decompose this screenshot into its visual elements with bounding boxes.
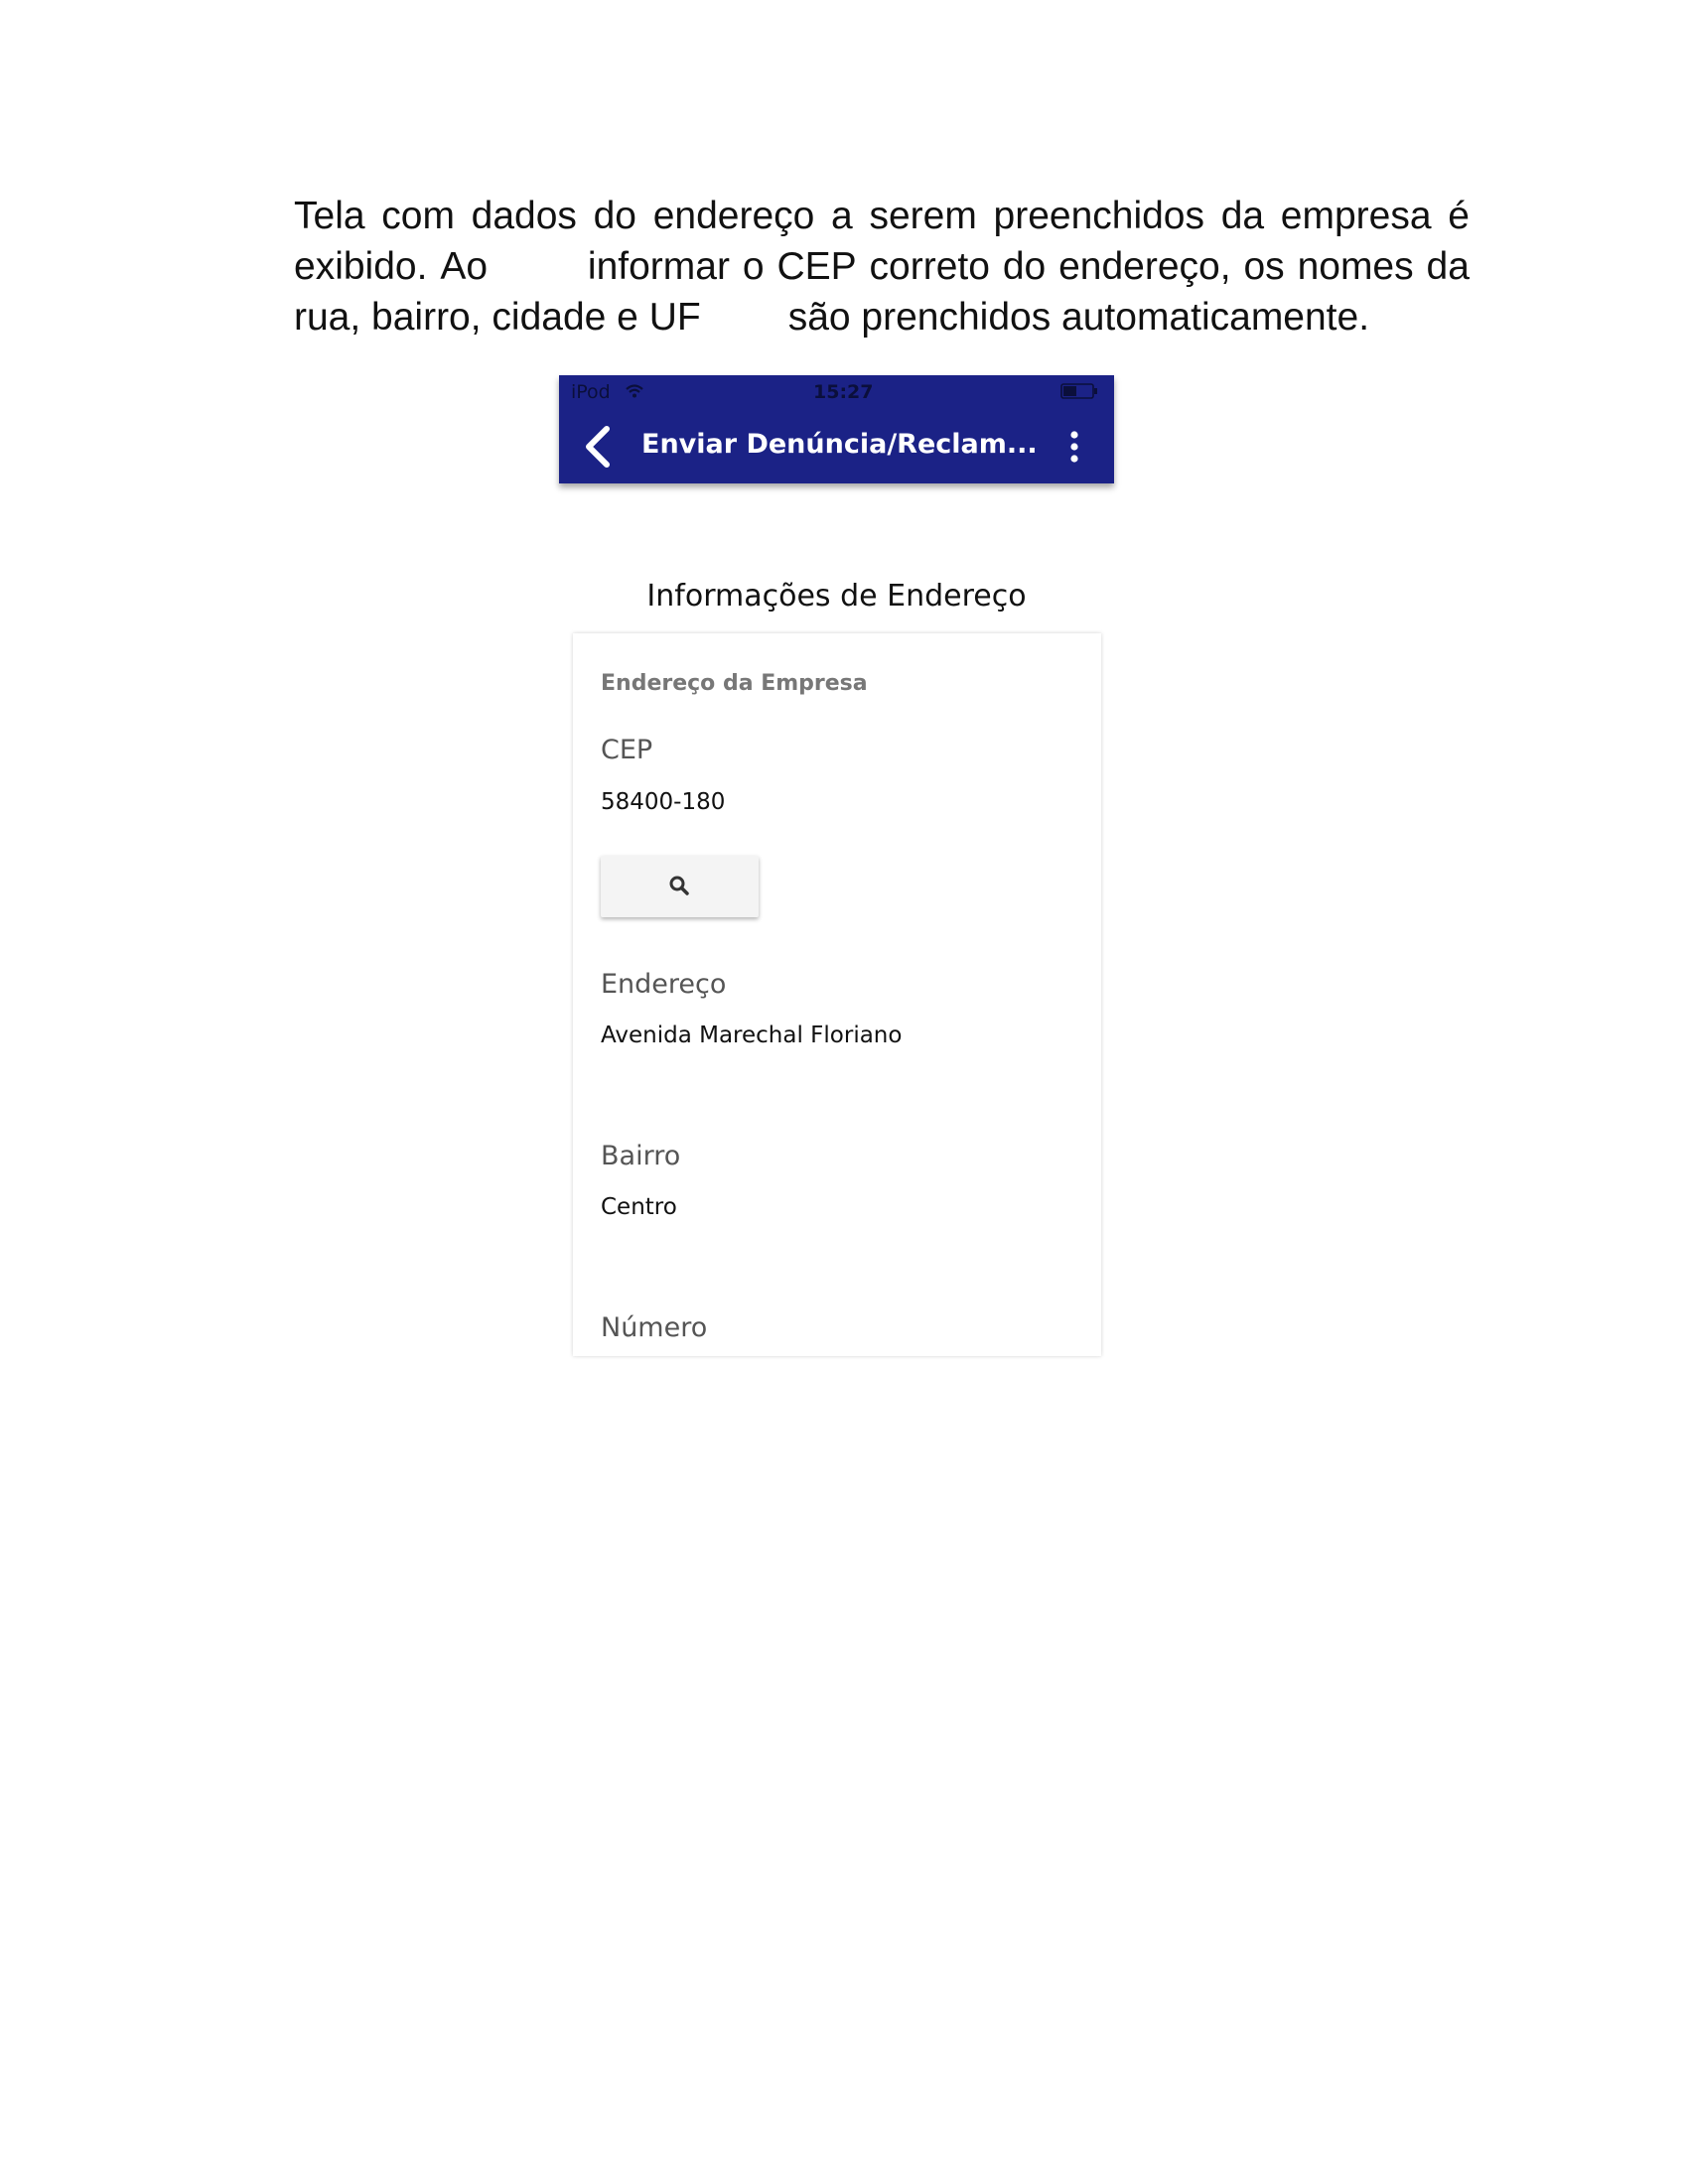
cep-search-button[interactable] [601, 856, 759, 917]
more-vert-icon[interactable] [1062, 427, 1086, 467]
back-arrow-icon[interactable] [581, 425, 615, 469]
endereco-input[interactable] [601, 1023, 1067, 1048]
word: do [593, 195, 636, 237]
word: preenchidos [993, 195, 1204, 237]
card-header: Endereço da Empresa [601, 671, 868, 696]
word: os [1243, 245, 1285, 288]
instruction-line-1: Tela com dados do endereço a serem preen… [294, 191, 1470, 241]
instruction-line-3: rua, bairro, cidade e UF são prenchidos a… [294, 292, 1470, 342]
toolbar: Enviar Denúncia/Reclam... [559, 409, 1114, 483]
word: nomes [1297, 245, 1414, 288]
status-bar: iPod 15:27 [559, 375, 1114, 409]
word: empresa [1280, 195, 1432, 237]
word: Ao [440, 245, 489, 288]
word: a [831, 195, 853, 237]
word: dados [471, 195, 577, 237]
cep-label: CEP [601, 735, 653, 765]
word: informar [587, 245, 730, 288]
instruction-line-2: exibido. Ao informar o CEP correto do en… [294, 241, 1470, 292]
word: CEP [776, 245, 857, 288]
cep-input[interactable] [601, 789, 1067, 815]
word: com [381, 195, 455, 237]
word: endereço, [1058, 245, 1231, 288]
bairro-input[interactable] [601, 1194, 1067, 1220]
search-icon [669, 876, 689, 895]
word: do [1002, 245, 1047, 288]
word: exibido. [294, 245, 428, 288]
battery-icon [1060, 383, 1097, 399]
word: é [1448, 195, 1470, 237]
text-segment: rua, bairro, cidade e UF [294, 296, 701, 339]
instruction-paragraph: Tela com dados do endereço a serem preen… [294, 191, 1470, 342]
app-bar: iPod 15:27 Enviar Denúncia/Reclam... [559, 375, 1114, 483]
word: serem [869, 195, 977, 237]
text-segment: são prenchidos automaticamente. [787, 296, 1370, 339]
word: da [1220, 195, 1265, 237]
endereco-label: Endereço [601, 969, 727, 1000]
bairro-label: Bairro [601, 1141, 681, 1171]
word: correto [869, 245, 990, 288]
section-title: Informações de Endereço [646, 579, 1027, 614]
numero-label: Número [601, 1312, 708, 1343]
carrier-label: iPod [571, 381, 611, 403]
app-bar-title: Enviar Denúncia/Reclam... [641, 429, 1038, 460]
wifi-icon [626, 384, 643, 398]
word: da [1426, 245, 1470, 288]
app-screenshot: iPod 15:27 Enviar Denúncia/Reclam... Inf… [559, 375, 1114, 1356]
word: Tela [294, 195, 365, 237]
word: o [742, 245, 765, 288]
clock: 15:27 [813, 381, 874, 403]
word: endereço [652, 195, 815, 237]
address-card: Endereço da Empresa CEP Endereço Bairro … [573, 633, 1101, 1356]
